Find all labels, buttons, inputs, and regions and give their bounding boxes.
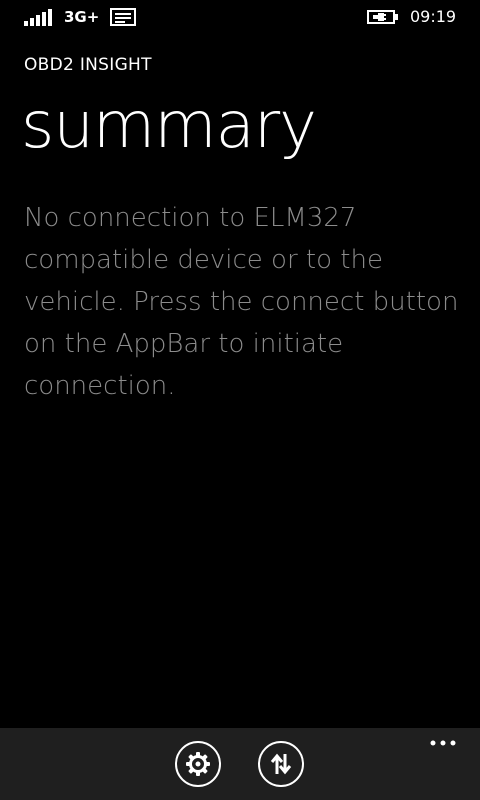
signal-strength-icon [24, 9, 52, 26]
app-bar [0, 728, 480, 800]
ellipsis-icon[interactable] [426, 734, 462, 752]
network-type: 3G+ [64, 8, 100, 26]
status-clock: 09:19 [410, 7, 457, 26]
status-bar: 3G+ 09:19 [0, 0, 480, 34]
connect-arrows-icon [270, 753, 292, 775]
app-title: OBD2 INSIGHT [24, 55, 152, 75]
battery-charging-icon [367, 10, 398, 24]
page-title: summary [21, 89, 317, 163]
connect-button[interactable] [258, 741, 304, 787]
message-icon [110, 8, 136, 26]
settings-button[interactable] [175, 741, 221, 787]
connection-status-message: No connection to ELM327 compatible devic… [24, 203, 459, 401]
gear-icon [186, 752, 210, 776]
